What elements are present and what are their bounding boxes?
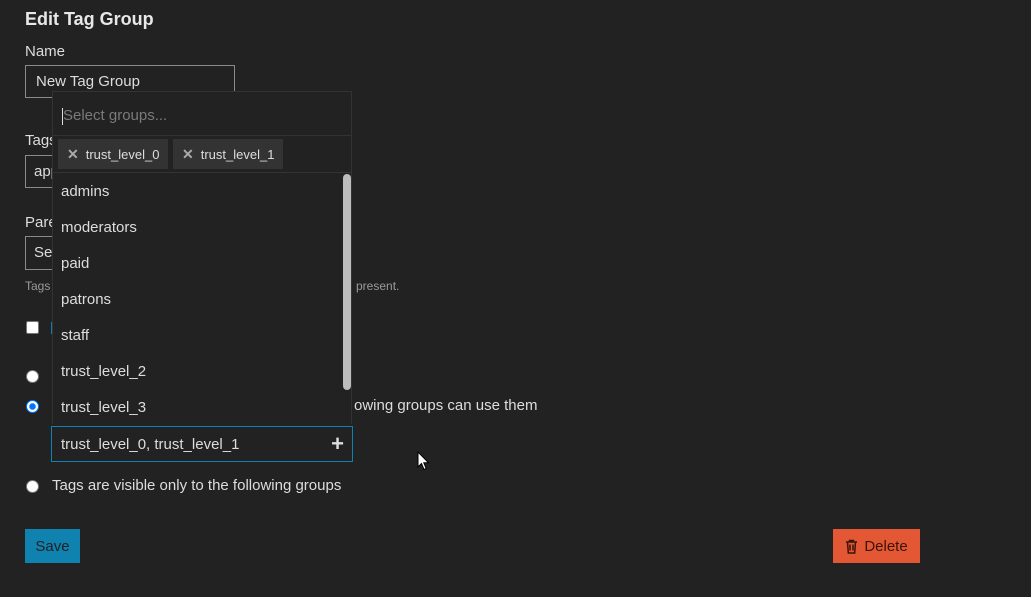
group-option[interactable]: moderators <box>53 210 341 246</box>
permission-everyone-radio[interactable] <box>26 370 39 383</box>
group-select-box[interactable]: trust_level_0, trust_level_1 + <box>51 426 353 462</box>
group-filter-placeholder: Select groups... <box>63 107 168 124</box>
one-per-topic-checkbox[interactable] <box>26 321 39 334</box>
page-title: Edit Tag Group <box>25 9 154 29</box>
selected-chip-trust-level-0[interactable]: ✕ trust_level_0 <box>58 139 169 169</box>
delete-button[interactable]: Delete <box>833 529 920 563</box>
group-option[interactable]: trust_level_3 <box>53 390 341 424</box>
group-option[interactable]: paid <box>53 246 341 282</box>
parent-help-text-end: present. <box>356 279 400 293</box>
group-picker-dropdown: Select groups... ✕ trust_level_0 ✕ trust… <box>52 91 352 424</box>
group-option[interactable]: staff <box>53 318 341 354</box>
delete-label: Delete <box>864 537 908 555</box>
group-option[interactable]: admins <box>53 174 341 210</box>
parent-help-text: Tags <box>25 279 51 293</box>
trash-icon <box>846 539 858 554</box>
options-scrollbar[interactable] <box>342 174 351 424</box>
selected-chip-trust-level-1[interactable]: ✕ trust_level_1 <box>173 139 284 169</box>
group-option[interactable]: trust_level_2 <box>53 354 341 390</box>
group-filter-input[interactable]: Select groups... <box>53 92 351 136</box>
plus-icon[interactable]: + <box>331 433 344 455</box>
permission-use-radio[interactable] <box>26 400 39 413</box>
chip-label: trust_level_0 <box>85 146 160 162</box>
chip-label: trust_level_1 <box>200 146 275 162</box>
permission-visible-label: Tags are visible only to the following g… <box>52 477 342 494</box>
permission-visible-radio[interactable] <box>26 480 39 493</box>
scrollbar-thumb[interactable] <box>343 174 351 390</box>
group-select-summary: trust_level_0, trust_level_1 <box>61 435 240 453</box>
save-button[interactable]: Save <box>25 529 80 563</box>
permission-use-label: owing groups can use them <box>354 397 538 414</box>
group-options-list: admins moderators paid patrons staff tru… <box>53 174 341 424</box>
close-icon[interactable]: ✕ <box>182 146 194 163</box>
mouse-pointer-icon <box>417 451 430 471</box>
name-label: Name <box>25 43 66 60</box>
close-icon[interactable]: ✕ <box>67 146 79 163</box>
selected-groups: ✕ trust_level_0 ✕ trust_level_1 <box>53 136 351 173</box>
group-option[interactable]: patrons <box>53 282 341 318</box>
